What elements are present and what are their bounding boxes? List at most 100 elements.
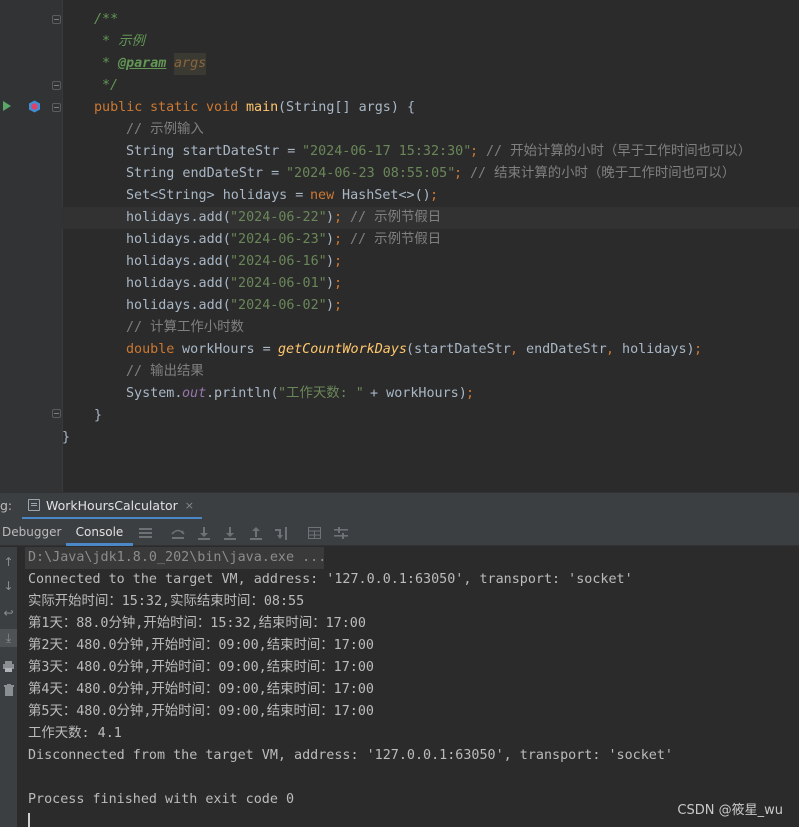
debug-icon[interactable] bbox=[27, 99, 41, 113]
console-output[interactable]: D:\Java\jdk1.8.0_202\bin\java.exe ... Co… bbox=[17, 547, 799, 827]
punctuation: ; bbox=[334, 298, 343, 313]
method-name: main bbox=[246, 100, 279, 115]
code-text: .println( bbox=[206, 386, 279, 401]
punctuation: ; bbox=[470, 144, 479, 159]
code-line: holidays.add( "2024-06-01" ) ; bbox=[62, 273, 799, 295]
console-line: 第4天：480.0分钟,开始时间：09:00,结束时间：17:00 bbox=[28, 682, 374, 697]
code-text: holidays.add( bbox=[126, 210, 231, 225]
string-literal: "2024-06-17 15:32:30" bbox=[302, 144, 472, 159]
tab-console[interactable]: Console bbox=[66, 519, 133, 546]
console-line: 第2天：480.0分钟,开始时间：09:00,结束时间：17:00 bbox=[28, 638, 374, 653]
doc-comment: /** bbox=[94, 12, 119, 27]
run-config-icon bbox=[28, 499, 40, 511]
code-line: public static void main (String[] args) … bbox=[62, 97, 799, 119]
punctuation: ; bbox=[466, 386, 475, 401]
run-config-tab[interactable]: WorkHoursCalculator × bbox=[22, 493, 202, 520]
code-line: // 示例输入 bbox=[62, 119, 799, 141]
punctuation: ; bbox=[334, 210, 343, 225]
code-editor[interactable]: /** * 示例 * @param args */ public static v… bbox=[0, 0, 799, 492]
lines-icon[interactable] bbox=[137, 525, 153, 541]
code-text: (startDateStr bbox=[406, 342, 511, 357]
punctuation: , bbox=[510, 342, 519, 357]
console-line: 工作天数: 4.1 bbox=[28, 726, 122, 741]
punctuation: ; bbox=[430, 188, 439, 203]
force-step-into-icon[interactable] bbox=[222, 525, 238, 541]
down-arrow-icon[interactable]: ↓ bbox=[0, 577, 17, 595]
code-text: endDateStr bbox=[518, 342, 607, 357]
code-text: String endDateStr = bbox=[126, 166, 288, 181]
up-arrow-icon[interactable]: ↑ bbox=[0, 553, 17, 571]
print-icon[interactable] bbox=[0, 657, 17, 675]
fold-marker[interactable] bbox=[52, 409, 61, 418]
line-comment: // 示例节假日 bbox=[350, 210, 442, 225]
console-command-line[interactable]: D:\Java\jdk1.8.0_202\bin\java.exe ... bbox=[28, 547, 326, 569]
code-line-current: holidays.add( "2024-06-22" ) ; // 示例节假日 bbox=[62, 207, 799, 229]
table-icon[interactable] bbox=[306, 525, 322, 541]
toolwindow-title: g: bbox=[0, 498, 13, 513]
code-line: } bbox=[62, 405, 799, 427]
fold-marker[interactable] bbox=[52, 103, 61, 112]
code-text: ) bbox=[326, 298, 335, 313]
code-line: holidays.add( "2024-06-23" ) ; // 示例节假日 bbox=[62, 229, 799, 251]
code-text: Set<String> holidays = bbox=[126, 188, 312, 203]
scroll-end-icon[interactable]: ⤓ bbox=[0, 629, 17, 647]
text-caret bbox=[28, 813, 30, 827]
keyword: public bbox=[94, 100, 143, 115]
punctuation: ; bbox=[334, 254, 343, 269]
run-to-cursor-icon[interactable] bbox=[274, 525, 290, 541]
close-icon[interactable]: × bbox=[185, 499, 194, 512]
console-line: 第5天：480.0分钟,开始时间：09:00,结束时间：17:00 bbox=[28, 704, 374, 719]
code-line: System. out .println( "工作天数: " + workHou… bbox=[62, 383, 799, 405]
line-comment: // 计算工作小时数 bbox=[126, 320, 244, 335]
string-literal: "工作天数: " bbox=[278, 386, 364, 401]
code-text: } bbox=[94, 408, 103, 423]
code-line: double workHours = getCountWorkDays (sta… bbox=[62, 339, 799, 361]
fold-marker[interactable] bbox=[52, 15, 61, 24]
code-text: } bbox=[62, 430, 71, 445]
code-line: String endDateStr = "2024-06-23 08:55:05… bbox=[62, 163, 799, 185]
code-text: ) bbox=[326, 210, 335, 225]
console-line: Connected to the target VM, address: '12… bbox=[28, 572, 633, 587]
code-line: holidays.add( "2024-06-16" ) ; bbox=[62, 251, 799, 273]
doc-comment: */ bbox=[102, 78, 119, 93]
keyword: double bbox=[126, 342, 175, 357]
code-line: } bbox=[62, 427, 799, 449]
punctuation: ; bbox=[454, 166, 463, 181]
static-method-call: getCountWorkDays bbox=[278, 342, 407, 357]
step-into-icon[interactable] bbox=[196, 525, 212, 541]
keyword: new bbox=[310, 188, 335, 203]
trash-icon[interactable] bbox=[0, 681, 17, 699]
tab-debugger[interactable]: Debugger bbox=[2, 519, 61, 546]
line-comment: // 示例节假日 bbox=[350, 232, 442, 247]
code-text: holidays) bbox=[614, 342, 695, 357]
string-literal: "2024-06-16" bbox=[230, 254, 327, 269]
punctuation: , bbox=[606, 342, 615, 357]
code-text: String startDateStr = bbox=[126, 144, 304, 159]
code-line: /** bbox=[62, 9, 799, 31]
string-literal: "2024-06-22" bbox=[230, 210, 327, 225]
fold-marker[interactable] bbox=[52, 81, 61, 90]
console-line: 第1天：88.0分钟,开始时间：15:32,结束时间：17:00 bbox=[28, 616, 366, 631]
console-line: 实际开始时间：15:32,实际结束时间：08:55 bbox=[28, 594, 305, 609]
line-comment: // 结束计算的小时（晚于工作时间也可以） bbox=[470, 166, 736, 181]
code-text: workHours = bbox=[174, 342, 279, 357]
code-text: holidays.add( bbox=[126, 254, 231, 269]
code-line: * 示例 bbox=[62, 31, 799, 53]
punctuation: ; bbox=[334, 232, 343, 247]
code-text: ) bbox=[326, 276, 335, 291]
doc-param-name: args bbox=[174, 53, 207, 75]
step-out-icon[interactable] bbox=[248, 525, 264, 541]
soft-wrap-icon[interactable]: ↩ bbox=[0, 604, 17, 622]
step-over-icon[interactable] bbox=[170, 525, 186, 541]
string-literal: "2024-06-23 08:55:05" bbox=[286, 166, 456, 181]
code-text: holidays.add( bbox=[126, 298, 231, 313]
code-text: holidays.add( bbox=[126, 232, 231, 247]
keyword: void bbox=[206, 100, 239, 115]
line-comment: // 示例输入 bbox=[126, 122, 204, 137]
code-text: System. bbox=[126, 386, 183, 401]
filter-icon[interactable] bbox=[333, 525, 349, 541]
run-icon[interactable] bbox=[1, 99, 13, 113]
debug-subtabs-bar: Debugger Console bbox=[0, 519, 799, 546]
console-line: Disconnected from the target VM, address… bbox=[28, 748, 673, 763]
code-text: (String[] args) { bbox=[278, 100, 416, 115]
